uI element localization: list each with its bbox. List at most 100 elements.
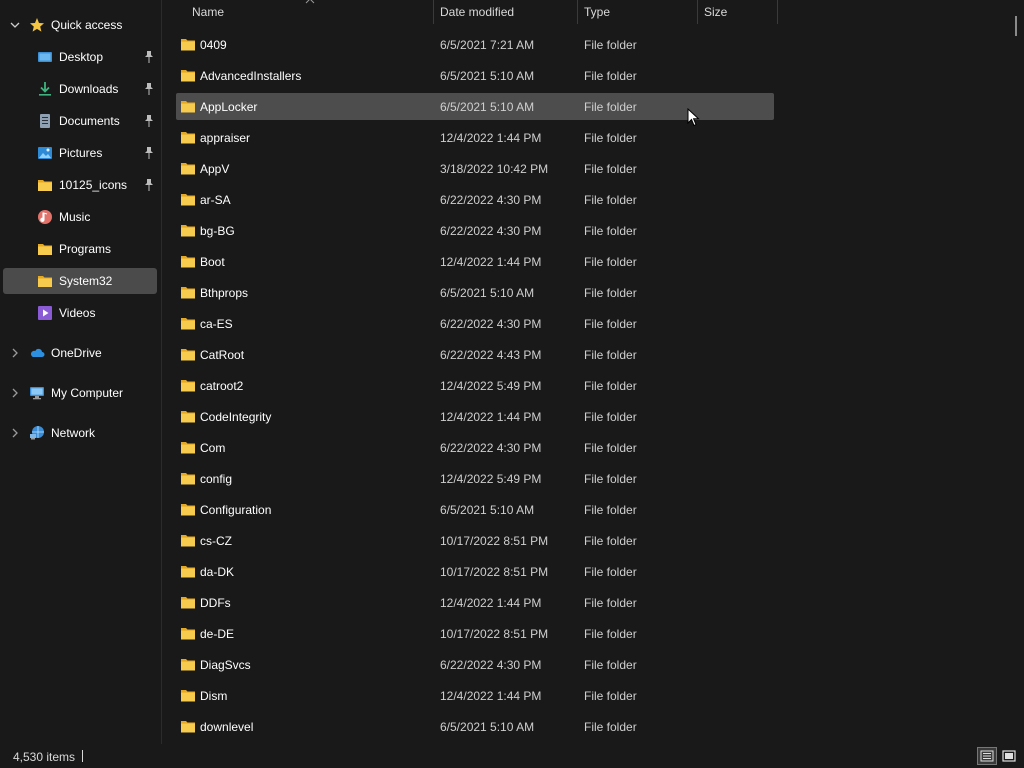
file-date-modified: 3/18/2022 10:42 PM [440, 162, 549, 176]
column-header-size[interactable]: Size [698, 0, 778, 24]
file-type: File folder [584, 317, 637, 331]
sidebar-item-label: Music [59, 210, 91, 224]
folder-icon [181, 380, 195, 392]
folder-icon [181, 411, 195, 423]
folder-icon [181, 132, 195, 144]
sidebar-item-programs[interactable]: Programs [3, 236, 157, 262]
file-name: ca-ES [200, 317, 233, 331]
desktop-icon [37, 49, 53, 65]
file-row[interactable]: da-DK 10/17/2022 8:51 PM File folder [176, 558, 774, 585]
sidebar-item-my-computer[interactable]: My Computer [3, 380, 157, 406]
file-row[interactable]: Configuration 6/5/2021 5:10 AM File folder [176, 496, 774, 523]
vertical-scrollbar[interactable] [1015, 16, 1017, 36]
file-row[interactable]: Com 6/22/2022 4:30 PM File folder [176, 434, 774, 461]
file-date-modified: 12/4/2022 1:44 PM [440, 131, 542, 145]
file-name: catroot2 [200, 379, 244, 393]
large-icons-view-icon [1002, 750, 1016, 762]
file-date-modified: 6/5/2021 5:10 AM [440, 100, 535, 114]
sidebar-item-downloads[interactable]: Downloads [3, 76, 157, 102]
sidebar-item-quick-access[interactable]: Quick access [3, 12, 157, 38]
file-explorer-window: Quick access Desktop Downloads Documents… [0, 0, 1024, 768]
sidebar-item-system32[interactable]: System32 [3, 268, 157, 294]
chevron-right-icon[interactable] [9, 387, 21, 399]
sidebar-item-label: Network [51, 426, 96, 440]
navigation-pane[interactable]: Quick access Desktop Downloads Documents… [0, 0, 162, 744]
file-date-modified: 10/17/2022 8:51 PM [440, 627, 549, 641]
file-row[interactable]: CodeIntegrity 12/4/2022 1:44 PM File folde… [176, 403, 774, 430]
column-header-name[interactable]: Name [176, 0, 434, 24]
file-row[interactable]: Dism 12/4/2022 1:44 PM File folder [176, 682, 774, 709]
file-row[interactable]: ca-ES 6/22/2022 4:30 PM File folder [176, 310, 774, 337]
folder-icon [181, 163, 195, 175]
file-row[interactable]: ar-SA 6/22/2022 4:30 PM File folder [176, 186, 774, 213]
file-row[interactable]: config 12/4/2022 5:49 PM File folder [176, 465, 774, 492]
folder-icon [181, 194, 195, 206]
pin-icon[interactable] [143, 114, 155, 128]
file-name: config [200, 472, 233, 486]
file-date-modified: 6/22/2022 4:30 PM [440, 317, 542, 331]
sidebar-item-documents[interactable]: Documents [3, 108, 157, 134]
file-row[interactable]: AppV 3/18/2022 10:42 PM File folder [176, 155, 774, 182]
file-name: Bthprops [200, 286, 249, 300]
star-icon [29, 17, 45, 33]
file-row[interactable]: DDFs 12/4/2022 1:44 PM File folder [176, 589, 774, 616]
sidebar-item-10125-icons[interactable]: 10125_icons [3, 172, 157, 198]
file-name: Com [200, 441, 226, 455]
details-view-button[interactable] [977, 747, 997, 765]
pin-icon[interactable] [143, 178, 155, 192]
chevron-right-icon[interactable] [9, 347, 21, 359]
file-row[interactable]: CatRoot 6/22/2022 4:43 PM File folder [176, 341, 774, 368]
file-date-modified: 6/5/2021 5:10 AM [440, 720, 535, 734]
file-name: da-DK [200, 565, 235, 579]
file-date-modified: 6/5/2021 7:21 AM [440, 38, 535, 52]
file-row[interactable]: de-DE 10/17/2022 8:51 PM File folder [176, 620, 774, 647]
sidebar-item-music[interactable]: Music [3, 204, 157, 230]
chevron-down-icon[interactable] [9, 19, 21, 31]
file-row[interactable]: downlevel 6/5/2021 5:10 AM File folder [176, 713, 774, 740]
column-header-date-modified[interactable]: Date modified [434, 0, 578, 24]
sidebar-item-onedrive[interactable]: OneDrive [3, 340, 157, 366]
file-row[interactable]: cs-CZ 10/17/2022 8:51 PM File folder [176, 527, 774, 554]
file-row[interactable]: catroot2 12/4/2022 5:49 PM File folder [176, 372, 774, 399]
file-row[interactable]: Bthprops 6/5/2021 5:10 AM File folder [176, 279, 774, 306]
folder-icon [181, 442, 195, 454]
sidebar-item-label: Documents [59, 114, 120, 128]
pin-icon[interactable] [143, 50, 155, 64]
file-name: ar-SA [200, 193, 231, 207]
file-row[interactable]: AdvancedInstallers 6/5/2021 5:10 AM File f… [176, 62, 774, 89]
file-row[interactable]: Boot 12/4/2022 1:44 PM File folder [176, 248, 774, 275]
file-type: File folder [584, 379, 637, 393]
details-view-icon [980, 750, 994, 762]
file-type: File folder [584, 69, 637, 83]
file-list-pane[interactable]: Name Date modified Type Size 0409 6/5/202… [162, 0, 1024, 744]
file-row[interactable]: 0409 6/5/2021 7:21 AM File folder [176, 31, 774, 58]
sidebar-item-desktop[interactable]: Desktop [3, 44, 157, 70]
sidebar-item-label: OneDrive [51, 346, 102, 360]
file-row[interactable]: appraiser 12/4/2022 1:44 PM File folder [176, 124, 774, 151]
file-type: File folder [584, 689, 637, 703]
pin-icon[interactable] [143, 82, 155, 96]
sidebar-item-label: Downloads [59, 82, 119, 96]
file-date-modified: 6/5/2021 5:10 AM [440, 286, 535, 300]
file-row[interactable]: AppLocker 6/5/2021 5:10 AM File folder [176, 93, 774, 120]
sidebar-item-network[interactable]: Network [3, 420, 157, 446]
file-row[interactable]: DiagSvcs 6/22/2022 4:30 PM File folder [176, 651, 774, 678]
file-name: Configuration [200, 503, 272, 517]
folder-icon [181, 628, 195, 640]
music-icon [37, 209, 53, 225]
file-name: downlevel [200, 720, 254, 734]
file-date-modified: 12/4/2022 1:44 PM [440, 689, 542, 703]
file-date-modified: 6/22/2022 4:43 PM [440, 348, 542, 362]
file-type: File folder [584, 720, 637, 734]
column-header-type[interactable]: Type [578, 0, 698, 24]
sidebar-item-videos[interactable]: Videos [3, 300, 157, 326]
sidebar-item-pictures[interactable]: Pictures [3, 140, 157, 166]
large-icons-view-button[interactable] [999, 747, 1019, 765]
cloud-icon [29, 345, 45, 361]
video-icon [37, 305, 53, 321]
file-row[interactable]: bg-BG 6/22/2022 4:30 PM File folder [176, 217, 774, 244]
file-date-modified: 12/4/2022 1:44 PM [440, 596, 542, 610]
chevron-right-icon[interactable] [9, 427, 21, 439]
pin-icon[interactable] [143, 146, 155, 160]
file-name: DDFs [200, 596, 231, 610]
